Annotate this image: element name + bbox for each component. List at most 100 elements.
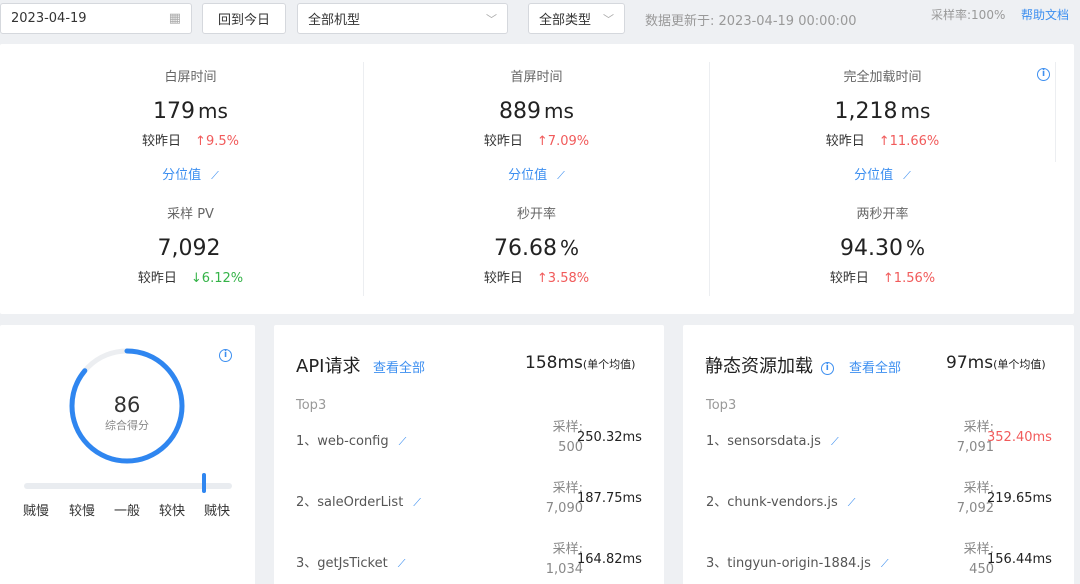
metric-value: 7,092 — [157, 236, 221, 261]
device-select[interactable]: 全部机型 ﹀ — [297, 3, 508, 34]
static-time: 352.40ms — [987, 430, 1052, 445]
api-top-label: Top3 — [296, 398, 327, 413]
metric-change: ↓6.12% — [190, 271, 244, 286]
api-row[interactable]: 1、web-config ⟋ 采样: 500 250.32ms — [296, 418, 642, 462]
metric-white-screen: 白屏时间 179 ms 较昨日 ↑9.5% 分位值 ⟋ — [18, 68, 363, 186]
static-row[interactable]: 1、sensorsdata.js ⟋ 采样: 7,091 352.40ms — [706, 418, 1052, 462]
today-button[interactable]: 回到今日 — [202, 3, 286, 34]
metric-sample-pv: 采样 PV 7,092 较昨日 ↓6.12% — [18, 205, 363, 289]
static-name: 1、sensorsdata.js ⟋ — [706, 434, 839, 449]
type-select-value: 全部类型 — [539, 13, 592, 28]
percentile-link[interactable]: 分位值 ⟋ — [710, 166, 1055, 186]
trend-line-icon: ⟋ — [903, 169, 911, 182]
metric-change: ↑7.09% — [536, 134, 590, 149]
scale-label: 贼快 — [204, 504, 231, 519]
static-name: 2、chunk-vendors.js ⟋ — [706, 495, 856, 510]
score-label: 综合得分 — [105, 419, 149, 432]
metric-change: ↑9.5% — [195, 134, 239, 149]
metric-compare: 较昨日 ↑11.66% — [825, 134, 940, 149]
metric-compare: 较昨日 ↓6.12% — [137, 271, 244, 286]
type-select[interactable]: 全部类型 ﹀ — [528, 3, 625, 34]
metric-value: 889 ms — [499, 99, 574, 124]
static-row[interactable]: 3、tingyun-origin-1884.js ⟋ 采样: 450 156.44m… — [706, 540, 1052, 584]
trend-line-icon: ⟋ — [398, 435, 407, 448]
score-value: 86 — [113, 393, 141, 417]
calendar-icon: ▦ — [168, 11, 181, 26]
metric-label: 秒开率 — [516, 207, 556, 222]
static-row[interactable]: 2、chunk-vendors.js ⟋ 采样: 7,092 219.65ms — [706, 479, 1052, 523]
scale-label: 较快 — [159, 504, 186, 519]
divider — [1055, 62, 1056, 162]
chevron-down-icon: ﹀ — [486, 12, 497, 26]
api-samples: 采样: 500 — [552, 420, 583, 455]
metric-compare: 较昨日 ↑1.56% — [829, 271, 936, 286]
date-value: 2023-04-19 — [11, 11, 87, 26]
static-samples: 采样: 450 — [963, 542, 994, 577]
static-view-all-link[interactable]: 查看全部 — [849, 357, 901, 376]
metric-value: 179 ms — [153, 99, 228, 124]
static-samples: 采样: 7,092 — [956, 481, 994, 516]
metrics-card: i 白屏时间 179 ms 较昨日 ↑9.5% 分位值 ⟋ 首屏时间 889 ms 较昨… — [0, 44, 1074, 314]
metric-label: 完全加载时间 — [843, 70, 922, 85]
info-icon[interactable]: i — [820, 362, 834, 375]
sample-rate: 采样率:100% — [931, 8, 1006, 22]
metric-2s-open-rate: 两秒开率 94.30% 较昨日 ↑1.56% — [710, 205, 1055, 289]
api-name: 1、web-config ⟋ — [296, 434, 407, 449]
help-link[interactable]: 帮助文档 — [1021, 6, 1069, 23]
metric-value: 76.68% — [494, 236, 579, 261]
trend-line-icon: ⟋ — [830, 435, 839, 448]
info-icon[interactable]: i — [219, 349, 232, 362]
static-time: 219.65ms — [987, 491, 1052, 506]
static-avg: 97ms(单个均值) — [946, 353, 1046, 373]
trend-line-icon: ⟋ — [397, 557, 406, 570]
metric-label: 首屏时间 — [510, 70, 563, 85]
static-title: 静态资源加载 i — [705, 352, 834, 378]
metric-change: ↑1.56% — [882, 271, 936, 286]
api-avg: 158ms(单个均值) — [525, 353, 636, 373]
metric-change: ↑11.66% — [878, 134, 940, 149]
metric-value: 1,218 ms — [834, 99, 931, 124]
api-time: 187.75ms — [577, 491, 642, 506]
score-scale-marker — [202, 473, 206, 493]
score-card: i 86 综合得分 贼慢 较慢 一般 较快 贼快 — [0, 325, 255, 584]
metric-1s-open-rate: 秒开率 76.68% 较昨日 ↑3.58% — [364, 205, 709, 289]
api-view-all-link[interactable]: 查看全部 — [373, 357, 425, 376]
score-scale-track — [24, 483, 232, 489]
percentile-link[interactable]: 分位值 ⟋ — [364, 166, 709, 186]
chevron-down-icon: ﹀ — [603, 12, 614, 26]
device-select-value: 全部机型 — [308, 13, 361, 28]
api-name: 2、saleOrderList ⟋ — [296, 495, 421, 510]
api-row[interactable]: 2、saleOrderList ⟋ 采样: 7,090 187.75ms — [296, 479, 642, 523]
trend-line-icon: ⟋ — [557, 169, 565, 182]
static-name: 3、tingyun-origin-1884.js ⟋ — [706, 556, 889, 571]
trend-line-icon: ⟋ — [413, 496, 421, 509]
trend-line-icon: ⟋ — [847, 496, 856, 509]
today-button-label: 回到今日 — [217, 13, 270, 28]
api-card: API请求 查看全部 158ms(单个均值) Top3 1、web-config… — [274, 325, 664, 584]
api-row[interactable]: 3、getJsTicket ⟋ 采样: 1,034 164.82ms — [296, 540, 642, 584]
metric-value: 94.30% — [840, 236, 925, 261]
metric-first-screen: 首屏时间 889 ms 较昨日 ↑7.09% 分位值 ⟋ — [364, 68, 709, 186]
metric-label: 白屏时间 — [164, 70, 217, 85]
trend-line-icon: ⟋ — [211, 169, 219, 182]
date-picker[interactable]: 2023-04-19 ▦ — [0, 3, 192, 34]
trend-line-icon: ⟋ — [880, 557, 889, 570]
api-samples: 采样: 7,090 — [545, 481, 583, 516]
metric-compare: 较昨日 ↑3.58% — [483, 271, 590, 286]
static-top-label: Top3 — [706, 398, 737, 413]
metric-change: ↑3.58% — [536, 271, 590, 286]
metric-compare: 较昨日 ↑9.5% — [142, 134, 239, 149]
metric-compare: 较昨日 ↑7.09% — [483, 134, 590, 149]
api-samples: 采样: 1,034 — [545, 542, 583, 577]
static-samples: 采样: 7,091 — [956, 420, 994, 455]
static-card: 静态资源加载 i 查看全部 97ms(单个均值) Top3 1、sensorsd… — [683, 325, 1074, 584]
static-time: 156.44ms — [987, 552, 1052, 567]
api-title: API请求 — [296, 356, 361, 377]
api-time: 250.32ms — [577, 430, 642, 445]
metric-full-load: 完全加载时间 1,218 ms 较昨日 ↑11.66% 分位值 ⟋ — [710, 68, 1055, 186]
scale-label: 贼慢 — [23, 504, 50, 519]
api-time: 164.82ms — [577, 552, 642, 567]
updated-text: 数据更新于: 2023-04-19 00:00:00 — [645, 14, 857, 29]
metric-label: 两秒开率 — [856, 207, 909, 222]
percentile-link[interactable]: 分位值 ⟋ — [18, 166, 363, 186]
